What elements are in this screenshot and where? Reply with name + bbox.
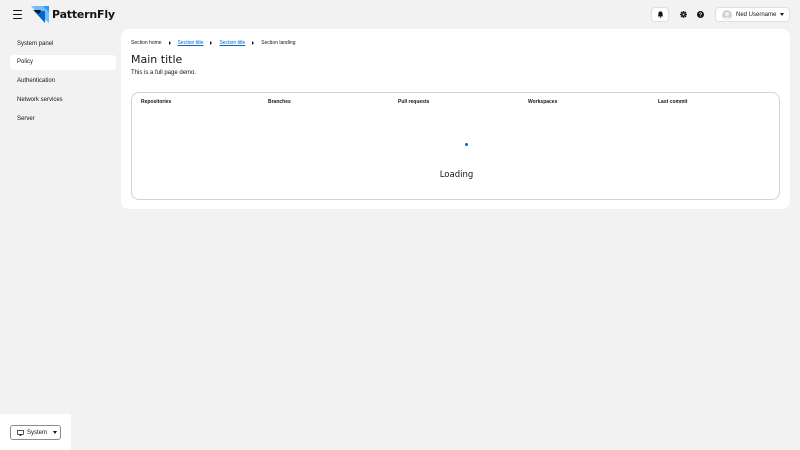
loading-state-text: Loading <box>439 170 474 180</box>
caret-down-icon <box>53 431 58 434</box>
angle-right-icon <box>168 41 171 45</box>
notifications-button[interactable] <box>651 7 669 22</box>
sidebar-item-network-services[interactable]: Network services <box>10 93 116 108</box>
breadcrumb: Section home Section title Section title… <box>131 39 296 47</box>
sidebar-item-policy[interactable]: Policy <box>10 55 116 70</box>
question-circle-icon: ? <box>697 11 704 18</box>
settings-button[interactable] <box>676 7 691 22</box>
data-table: Repositories Branches Pull requests Work… <box>131 92 780 200</box>
theme-selector-button[interactable]: System <box>10 425 61 440</box>
sidebar-item-system-panel[interactable]: System panel <box>10 37 116 52</box>
sidebar-item-label: Policy <box>17 59 34 65</box>
breadcrumb-item: Section landing <box>261 40 296 46</box>
patternfly-logo-icon <box>31 6 49 23</box>
sidebar-item-label: Network services <box>17 97 63 103</box>
column-header-pull-requests[interactable]: Pull requests <box>398 99 429 105</box>
angle-right-icon <box>252 41 255 45</box>
column-header-branches[interactable]: Branches <box>268 99 291 105</box>
column-header-repositories[interactable]: Repositories <box>141 99 171 105</box>
svg-text:?: ? <box>699 12 702 18</box>
brand-logo[interactable]: PatternFly <box>31 6 115 23</box>
desktop-icon <box>17 429 24 436</box>
help-button[interactable]: ? <box>693 7 708 22</box>
user-name: Ned Username <box>736 11 777 18</box>
caret-down-icon <box>780 13 785 16</box>
breadcrumb-link[interactable]: Section title <box>178 40 204 46</box>
page-title: Main title <box>131 53 183 66</box>
sidebar-item-label: Server <box>17 116 35 122</box>
cog-icon <box>680 11 687 18</box>
sidebar-item-server[interactable]: Server <box>10 112 116 127</box>
breadcrumb-item: Section home <box>131 40 162 46</box>
bars-icon[interactable] <box>13 10 22 19</box>
sidebar-footer: System <box>0 414 71 450</box>
column-header-workspaces[interactable]: Workspaces <box>528 99 557 105</box>
sidebar-item-label: System panel <box>17 41 54 47</box>
sidebar-item-label: Authentication <box>17 78 56 84</box>
main-content: Section home Section title Section title… <box>121 29 790 209</box>
avatar <box>722 9 732 20</box>
masthead: PatternFly ? Ned Username <box>0 0 800 29</box>
angle-right-icon <box>210 41 213 45</box>
bell-icon <box>657 11 663 18</box>
user-dropdown[interactable]: Ned Username <box>715 7 790 22</box>
page-description: This is a full page demo. <box>131 70 197 76</box>
brand-name: PatternFly <box>52 8 115 21</box>
loading-spinner <box>465 143 468 146</box>
breadcrumb-link[interactable]: Section title <box>219 40 245 46</box>
column-header-last-commit[interactable]: Last commit <box>658 99 687 105</box>
sidebar-item-authentication[interactable]: Authentication <box>10 74 116 89</box>
theme-selector-label: System <box>27 429 48 436</box>
